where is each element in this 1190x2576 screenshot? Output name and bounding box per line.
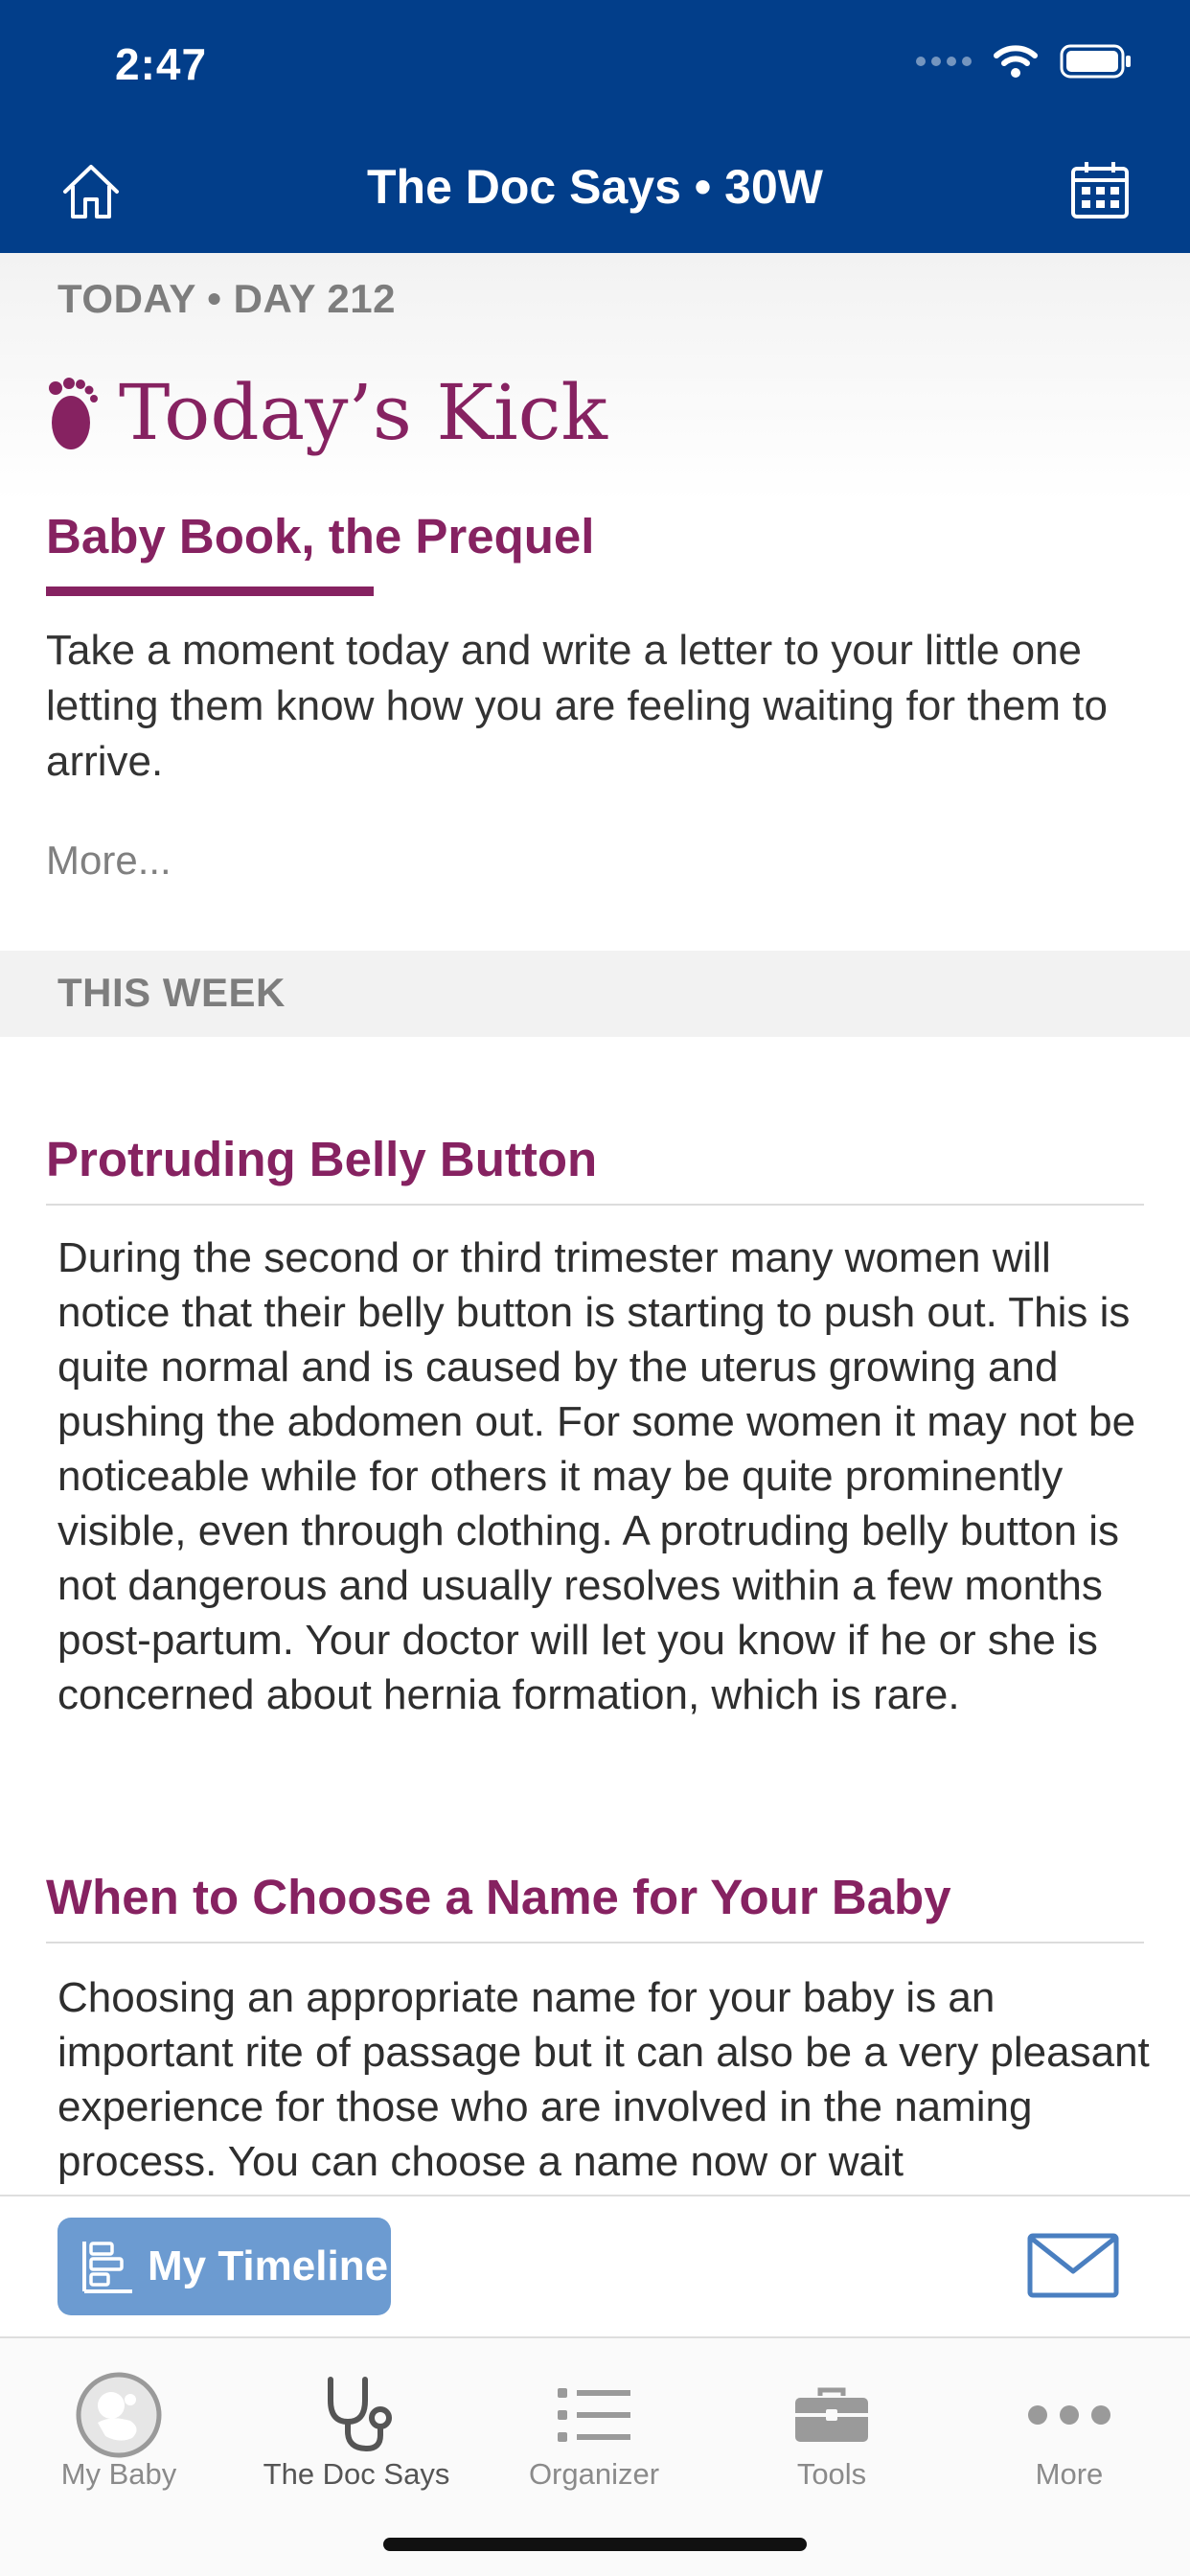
app-header: 2:47 The Doc Says • 30W [0, 0, 1190, 253]
tab-label: More [1035, 2457, 1104, 2491]
tab-my-baby[interactable]: My Baby [0, 2338, 238, 2511]
todays-kick-title: Today’s Kick [119, 368, 607, 457]
article-body: During the second or third trimester man… [57, 1234, 1136, 1718]
stethoscope-icon [328, 2377, 392, 2452]
tab-tools[interactable]: Tools [713, 2338, 950, 2511]
tab-label: The Doc Says [263, 2457, 450, 2491]
mail-button[interactable] [1027, 2233, 1119, 2298]
more-link[interactable]: More... [46, 838, 172, 884]
this-week-label: THIS WEEK [57, 970, 286, 1015]
tab-label: My Baby [60, 2457, 177, 2491]
baby-icon [76, 2372, 162, 2458]
wifi-icon [994, 45, 1038, 78]
envelope-icon [1027, 2233, 1119, 2298]
cellular-signal-icon [916, 57, 972, 66]
action-bar: My Timeline [0, 2195, 1190, 2336]
status-icons [916, 44, 1133, 79]
status-time: 2:47 [115, 39, 208, 89]
my-timeline-label: My Timeline [148, 2242, 389, 2289]
tip-underline [46, 586, 374, 596]
tab-more[interactable]: More [950, 2338, 1188, 2511]
this-week-band: THIS WEEK [0, 951, 1190, 1037]
calendar-button[interactable] [1069, 159, 1131, 220]
today-label: TODAY • DAY 212 [57, 276, 396, 321]
more-dots-icon [1028, 2405, 1110, 2425]
article-body: Choosing an appropriate name for your ba… [57, 1974, 1150, 2185]
tip-body: Take a moment today and write a letter t… [46, 627, 1108, 785]
calendar-icon [1071, 162, 1129, 218]
page-title: The Doc Says • 30W [366, 160, 823, 214]
baby-foot-icon [49, 377, 98, 449]
list-icon [558, 2388, 630, 2442]
battery-icon [1060, 44, 1131, 79]
tab-label: Organizer [528, 2457, 660, 2491]
article-title: When to Choose a Name for Your Baby [46, 1870, 951, 1924]
article-clip: Choosing an appropriate name for your ba… [0, 1970, 1190, 2195]
tab-the-doc-says[interactable]: The Doc Says [238, 2338, 475, 2511]
home-indicator [383, 2538, 807, 2551]
divider [46, 1204, 1144, 1206]
toolbox-icon [795, 2387, 868, 2442]
tip-title: Baby Book, the Prequel [46, 509, 595, 564]
divider [46, 1942, 1144, 1944]
tab-label: Tools [796, 2457, 867, 2491]
todays-kick-heading: Today’s Kick [46, 368, 607, 457]
tab-organizer[interactable]: Organizer [475, 2338, 713, 2511]
timeline-icon [82, 2242, 132, 2293]
article-title: Protruding Belly Button [46, 1132, 598, 1186]
my-timeline-button[interactable]: My Timeline [57, 2218, 391, 2315]
